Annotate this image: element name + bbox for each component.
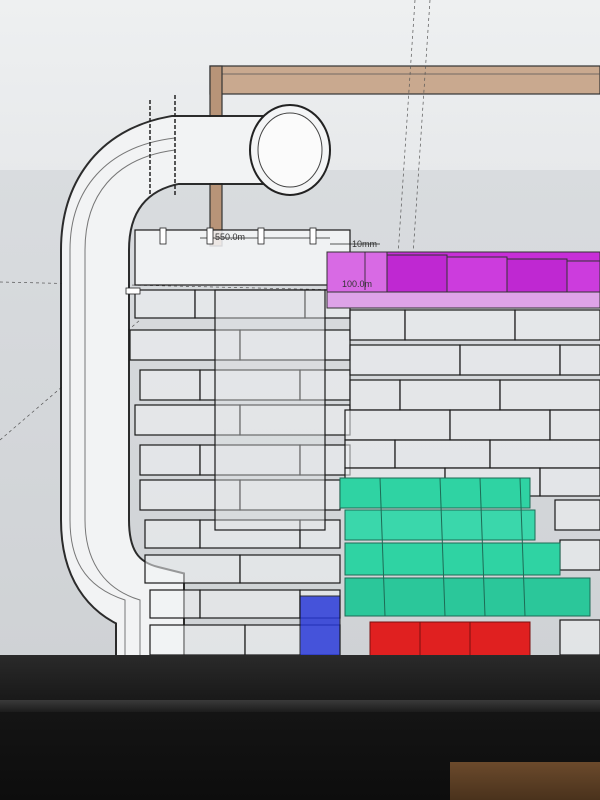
desk-surface [450,762,600,800]
dimension-height-label: 100.0m [342,279,373,289]
monitor-bezel-strip [0,700,600,712]
blue-block[interactable] [299,595,341,659]
dimension-width-label: 550.0m [215,232,246,242]
dimension-offset-label: 10mm [352,239,378,249]
teal-block-group[interactable] [339,477,591,617]
scene-canvas[interactable] [0,0,600,660]
modeling-viewport[interactable]: 550.0m 10mm 100.0m [0,0,600,660]
